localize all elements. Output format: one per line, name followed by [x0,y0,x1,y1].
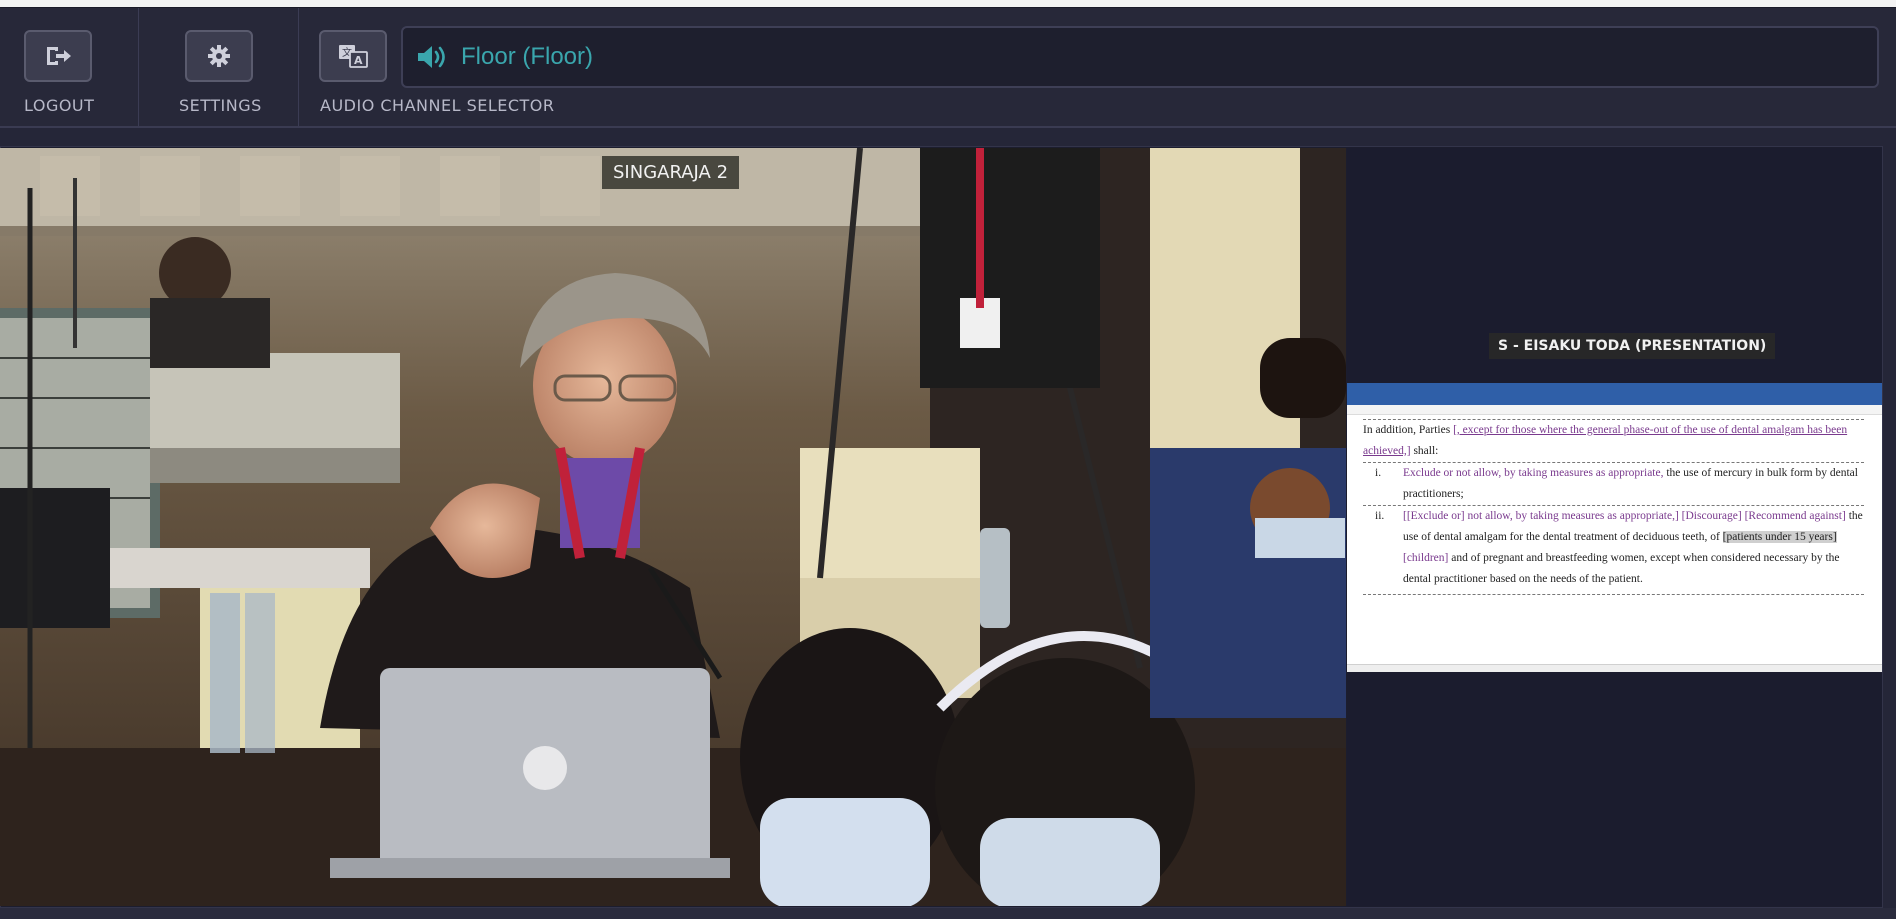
audio-channel-label: AUDIO CHANNEL SELECTOR [320,96,555,115]
item2-rest: and of pregnant and breastfeeding women,… [1403,552,1840,585]
conference-room-video [0,148,1346,906]
list-number: ii. [1375,510,1385,522]
gear-icon [208,45,230,67]
intro-text: In addition, Parties [1363,424,1454,436]
logout-tool: LOGOUT [0,8,139,126]
speaker-icon [418,46,445,68]
document-titlebar [1347,383,1882,405]
translate-button[interactable]: 文 A [319,30,387,82]
list-number: i. [1375,467,1382,479]
list-item: i. Exclude or not allow, by taking measu… [1363,463,1864,505]
window-top-edge [0,0,1896,8]
translate-icon: 文 A [339,45,368,68]
settings-label: SETTINGS [179,96,262,115]
document-body: In addition, Parties [, except for those… [1347,415,1882,595]
toolbar: LOGOUT SETTINGS 文 A AUDIO CHANNEL SELECT… [0,8,1896,128]
item1-insertion: Exclude or not allow, by taking measures… [1403,467,1664,479]
svg-text:A: A [354,54,363,67]
document-ribbon [1347,405,1882,415]
presentation-document: In addition, Parties [, except for those… [1347,383,1882,672]
logout-icon [47,47,71,65]
settings-button[interactable] [185,30,253,82]
document-statusbar [1347,664,1882,672]
channel-name: Floor (Floor) [461,43,594,70]
main-video-feed [0,148,1346,906]
section-divider [1363,594,1864,595]
audio-channel-selector[interactable]: Floor (Floor) [401,26,1879,88]
logout-label: LOGOUT [24,96,95,115]
intro-paragraph: In addition, Parties [, except for those… [1363,420,1864,462]
item2-highlight: [patients under 15 years] [1722,531,1837,543]
item2-insertion: [[Exclude or] not allow, by taking measu… [1403,510,1846,522]
item2-children: [children] [1403,552,1449,564]
intro-ending: shall: [1410,445,1439,457]
settings-tool: SETTINGS [139,8,299,126]
room-label: SINGARAJA 2 [602,156,740,189]
logout-button[interactable] [24,30,92,82]
bottom-edge [0,908,1896,919]
list-item: ii. [[Exclude or] not allow, by taking m… [1363,506,1864,590]
presentation-label: S - EISAKU TODA (PRESENTATION) [1489,333,1776,359]
